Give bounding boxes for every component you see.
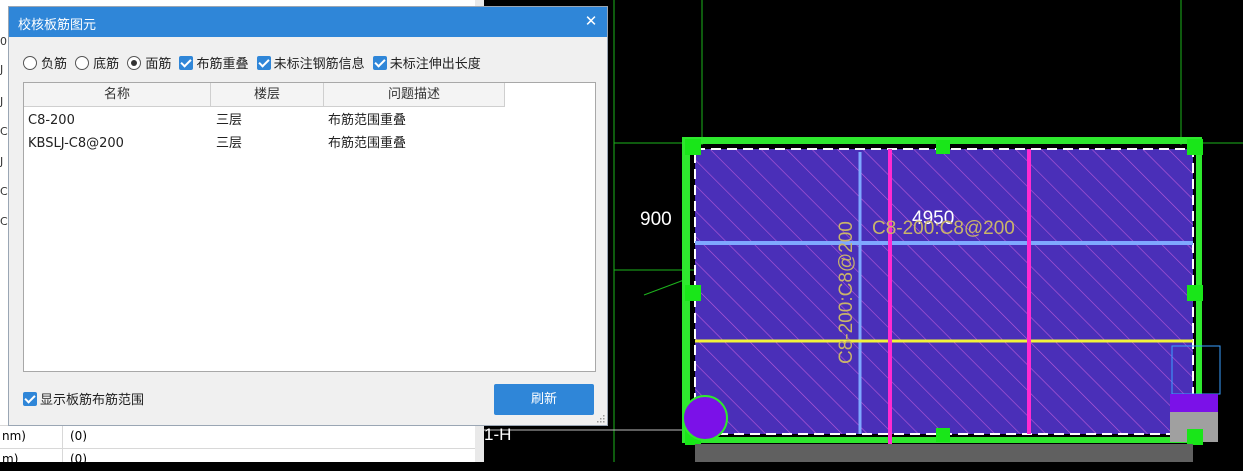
cell-floor: 三层 (216, 113, 243, 128)
cell-desc: 布筋范围重叠 (328, 136, 407, 151)
rebar-label-vertical: C8-200:C8@200 (836, 221, 857, 364)
radio-icon (23, 55, 37, 70)
radio-negative-rebar[interactable]: 负筋 (23, 53, 67, 72)
radio-selected-icon (127, 55, 142, 70)
result-table: 名称 楼层 问题描述 C8-200 三层 布筋范围重叠 KBSLJ-C8@200… (23, 82, 596, 372)
show-range-label: 显示板筋布筋范围 (40, 393, 145, 408)
check-slab-rebar-dialog: 校核板筋图元 ✕ 负筋 底筋 面筋 布筋重叠 未标注钢筋信息 未标注伸出长度 名… (8, 6, 608, 426)
table-row[interactable]: C8-200 三层 布筋范围重叠 (24, 109, 595, 132)
table-row[interactable]: KBSLJ-C8@200 三层 布筋范围重叠 (24, 132, 595, 155)
checkbox-checked-icon (256, 55, 271, 70)
resize-grip-icon[interactable] (595, 413, 605, 423)
cell-floor: 三层 (216, 136, 243, 151)
radio-top-rebar[interactable]: 面筋 (127, 53, 171, 72)
checkbox-label: 未标注钢筋信息 (273, 57, 365, 72)
checkbox-unlabeled-length[interactable]: 未标注伸出长度 (372, 53, 481, 72)
refresh-button[interactable]: 刷新 (494, 384, 594, 415)
table-header: 名称 楼层 问题描述 (24, 83, 505, 107)
dialog-titlebar[interactable]: 校核板筋图元 ✕ (9, 7, 607, 37)
radio-icon (75, 55, 90, 70)
close-icon[interactable]: ✕ (581, 11, 601, 31)
checkbox-label: 未标注伸出长度 (389, 57, 481, 72)
axis-label: 1-H (484, 425, 511, 444)
radio-label: 负筋 (41, 57, 68, 72)
checkbox-unlabeled-info[interactable]: 未标注钢筋信息 (256, 53, 365, 72)
cell-name: KBSLJ-C8@200 (28, 136, 124, 151)
checkbox-label: 布筋重叠 (196, 57, 249, 72)
filter-options: 负筋 底筋 面筋 布筋重叠 未标注钢筋信息 未标注伸出长度 (23, 53, 485, 73)
radio-bottom-rebar[interactable]: 底筋 (75, 53, 119, 72)
dialog-title: 校核板筋图元 (18, 18, 97, 33)
checkbox-checked-icon (179, 55, 194, 70)
rebar-label-horizontal: C8-200:C8@200 (872, 218, 1015, 239)
column-header-name[interactable]: 名称 (24, 83, 211, 106)
beam-strip (695, 444, 1193, 462)
column-header-floor[interactable]: 楼层 (211, 83, 324, 106)
column-circle[interactable] (682, 395, 728, 441)
checkbox-overlap[interactable]: 布筋重叠 (179, 53, 248, 72)
column-block-top (1170, 394, 1218, 412)
show-range-checkbox[interactable]: 显示板筋布筋范围 (23, 389, 144, 408)
cell-name: C8-200 (28, 113, 75, 128)
dimension-900: 900 (640, 209, 672, 230)
checkbox-checked-icon (372, 55, 387, 70)
radio-label: 面筋 (145, 57, 172, 72)
slab-hatch (695, 149, 1193, 434)
cell-desc: 布筋范围重叠 (328, 113, 407, 128)
grip-point[interactable] (1187, 429, 1203, 445)
radio-label: 底筋 (93, 57, 120, 72)
checkbox-checked-icon (23, 391, 37, 406)
column-header-desc[interactable]: 问题描述 (324, 83, 505, 106)
grid-line (643, 279, 685, 296)
